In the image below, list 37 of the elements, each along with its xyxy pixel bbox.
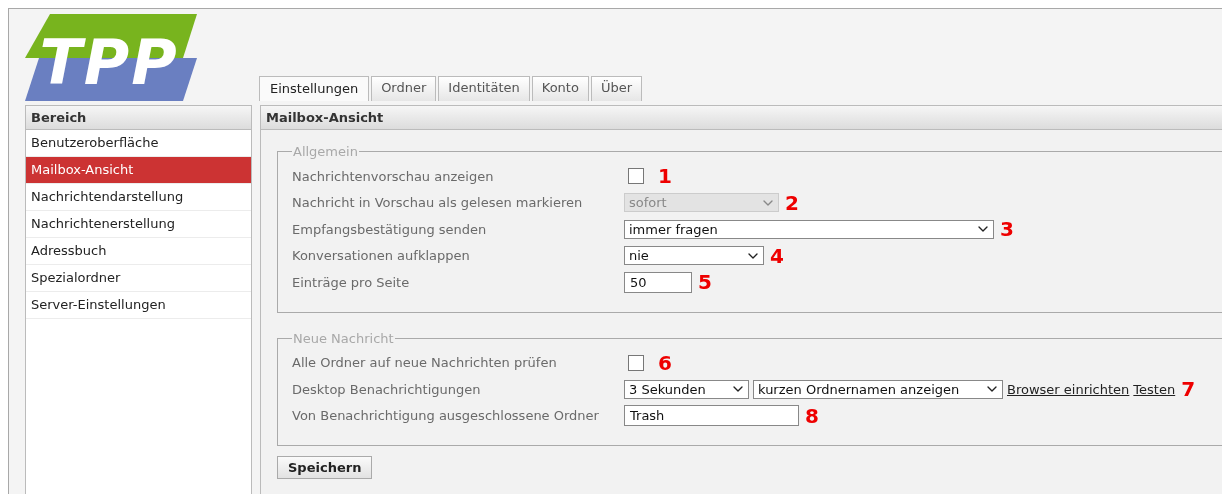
checkbox[interactable] <box>628 168 644 185</box>
annotation-number: 7 <box>1181 379 1196 400</box>
dropdown[interactable]: nie <box>624 246 764 266</box>
link[interactable]: Browser einrichten <box>1007 381 1130 397</box>
setting-label: Von Benachrichtigung ausgeschlossene Ordner <box>292 408 600 424</box>
annotation-number: 8 <box>805 405 819 426</box>
setting-label: Einträge pro Seite <box>292 274 411 290</box>
save-button[interactable]: Speichern <box>277 456 373 479</box>
tab[interactable]: Ordner <box>371 76 437 101</box>
annotation-number: 1 <box>658 166 672 187</box>
sidebar-item[interactable]: Mailbox-Ansicht <box>26 157 251 184</box>
tab[interactable]: Über <box>590 76 642 101</box>
setting-label: Nachricht in Vorschau als gelesen markieren <box>292 195 584 211</box>
annotation-number: 2 <box>785 192 799 213</box>
annotation-number: 5 <box>698 272 712 293</box>
dropdown[interactable]: kurzen Ordnernamen anzeigen <box>753 379 1003 399</box>
tab[interactable]: Konto <box>531 76 589 101</box>
setting-label: Desktop Benachrichtigungen <box>292 381 482 397</box>
annotation-number: 4 <box>770 245 784 266</box>
annotation-number: 3 <box>1000 219 1014 240</box>
dropdown[interactable]: immer fragen <box>624 219 994 239</box>
group-legend: Allgemein <box>292 144 359 159</box>
setting-label: Alle Ordner auf neue Nachrichten prüfen <box>292 355 558 371</box>
setting-label: Nachrichtenvorschau anzeigen <box>292 168 495 184</box>
link[interactable]: Testen <box>1133 381 1176 397</box>
tab[interactable]: Identitäten <box>438 76 530 101</box>
dropdown[interactable]: 3 Sekunden <box>624 379 749 399</box>
group-legend: Neue Nachricht <box>292 330 395 346</box>
text-input[interactable]: Trash <box>624 405 799 427</box>
setting-label: Konversationen aufklappen <box>292 248 471 264</box>
tab[interactable]: Einstellungen <box>259 76 370 101</box>
panel-header: Mailbox-Ansicht <box>261 106 1222 130</box>
sidebar-header: Bereich <box>26 106 251 130</box>
text-input[interactable]: 50 <box>624 271 692 293</box>
checkbox[interactable] <box>628 354 644 371</box>
setting-label: Empfangsbestätigung senden <box>292 221 488 237</box>
annotation-number: 6 <box>658 352 672 373</box>
